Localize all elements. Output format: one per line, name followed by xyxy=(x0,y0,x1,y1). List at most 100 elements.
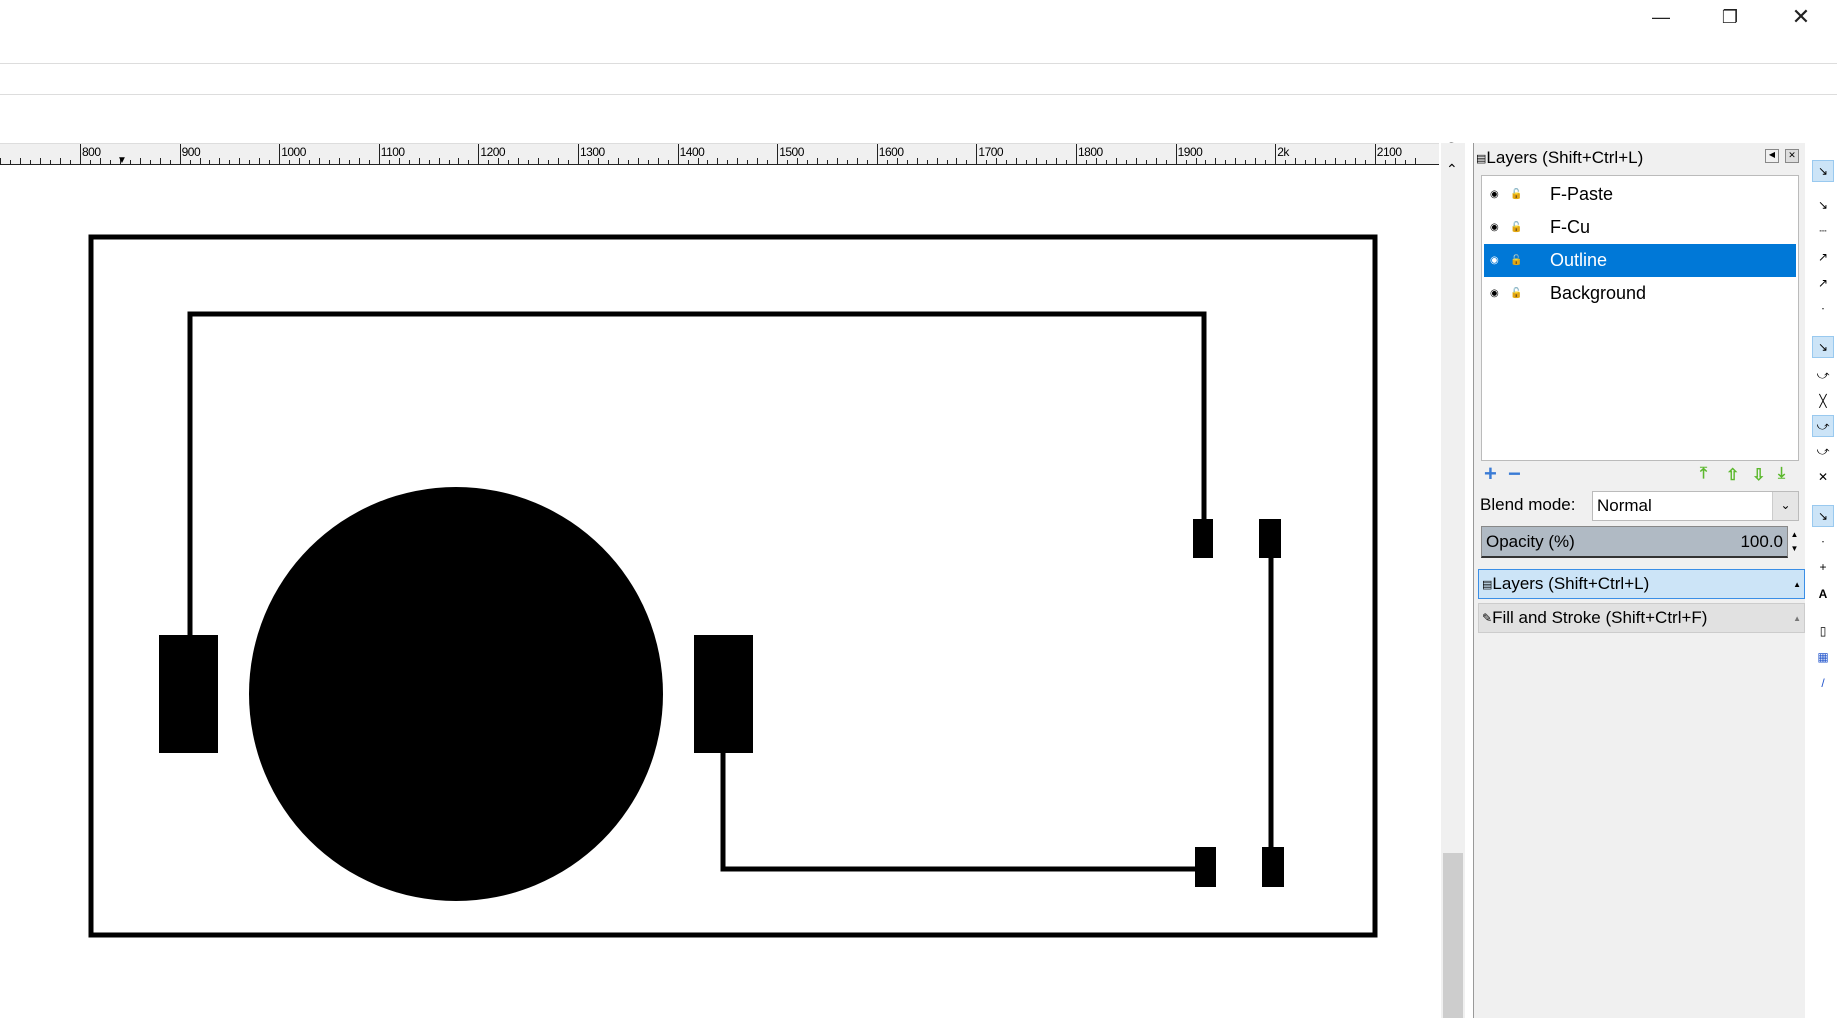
lock-icon[interactable]: 🔓 xyxy=(1510,288,1522,299)
ruler-tick xyxy=(50,160,52,164)
ruler-tick xyxy=(647,160,649,164)
blend-mode-label: Blend mode: xyxy=(1480,495,1576,514)
eye-icon[interactable]: ◉ xyxy=(1490,255,1502,266)
snap-grid-icon[interactable]: ▦ xyxy=(1812,646,1834,668)
ruler-tick xyxy=(747,160,749,164)
ruler-tick xyxy=(727,160,729,164)
ruler-tick xyxy=(159,158,161,164)
lower-layer-button[interactable]: ⇩ xyxy=(1752,465,1765,485)
pad-round xyxy=(249,487,663,901)
ruler-tick xyxy=(1135,158,1137,164)
ruler-tick xyxy=(1265,160,1267,164)
snap-others-icon[interactable]: ↘ xyxy=(1812,505,1834,527)
toolbar-divider xyxy=(0,94,1837,95)
close-button[interactable]: ✕ xyxy=(1771,0,1831,34)
snap-intersection-icon[interactable]: ╳ xyxy=(1812,390,1834,412)
opacity-slider[interactable]: Opacity (%) 100.0 xyxy=(1481,526,1788,558)
snap-paths-icon[interactable]: ⤻ xyxy=(1812,364,1834,386)
raise-layer-button[interactable]: ⇧ xyxy=(1726,465,1739,485)
ruler-tick xyxy=(229,160,231,164)
ruler-tick xyxy=(637,158,639,164)
ruler-tick xyxy=(20,158,22,164)
ruler-tick xyxy=(757,158,759,164)
layers-panel: ▤ Layers (Shift+Ctrl+L) ◀ ✕ ◉ 🔓 F-Paste ◉ 🔓 F… xyxy=(1473,143,1805,1018)
raise-to-top-button[interactable]: ⤒ xyxy=(1700,465,1707,483)
ruler-tick xyxy=(946,160,948,164)
layer-name: Outline xyxy=(1550,250,1608,270)
ruler-label: 1700 xyxy=(976,145,1004,163)
ruler-tick xyxy=(10,160,12,164)
scroll-thumb[interactable] xyxy=(1443,853,1463,1018)
restore-button[interactable]: ❐ xyxy=(1700,0,1760,34)
ruler-tick xyxy=(338,158,340,164)
snap-rotation-icon[interactable]: + xyxy=(1812,556,1834,578)
minimize-icon: — xyxy=(1652,6,1670,27)
ruler-tick xyxy=(1125,160,1127,164)
snap-center-icon[interactable]: ∙ xyxy=(1812,530,1834,552)
layer-row[interactable]: ◉ 🔓 Outline xyxy=(1484,244,1796,277)
ruler-tick xyxy=(1255,158,1257,164)
ruler-tick xyxy=(1036,158,1038,164)
eye-icon[interactable]: ◉ xyxy=(1490,222,1502,233)
snap-cusp-icon[interactable]: ⤻ xyxy=(1812,415,1834,437)
ruler-label: 2100 xyxy=(1374,145,1402,163)
horizontal-ruler[interactable]: 800 900 1000 1100 1200 1300 1400 1500 1600 1700 18… xyxy=(0,143,1439,166)
add-layer-button[interactable]: + xyxy=(1484,461,1497,487)
ruler-tick xyxy=(259,158,261,164)
ruler-tick xyxy=(1325,160,1326,164)
snap-text-baseline-icon[interactable]: A xyxy=(1812,583,1834,605)
panel-iconify-button[interactable]: ◀ xyxy=(1765,149,1779,163)
ruler-label: 1500 xyxy=(777,145,804,163)
ruler-tick xyxy=(249,160,251,164)
tab-fill-and-stroke[interactable]: ✎ Fill and Stroke (Shift+Ctrl+F) ▲ xyxy=(1478,603,1805,633)
snap-bbox-icon[interactable]: ↘ xyxy=(1812,194,1834,216)
eye-icon[interactable]: ◉ xyxy=(1490,189,1502,200)
minimize-button[interactable]: — xyxy=(1631,0,1691,34)
snap-bbox-midpoint-icon[interactable]: ↗ xyxy=(1812,272,1834,294)
ruler-label: 1200 xyxy=(478,145,506,163)
snap-guide-icon[interactable]: / xyxy=(1812,672,1834,694)
ruler-label: 2k xyxy=(1275,145,1289,163)
ruler-tick xyxy=(1006,160,1008,164)
snap-smooth-icon[interactable]: ⤻ xyxy=(1812,440,1834,462)
snap-nodes-icon[interactable]: ↘ xyxy=(1812,336,1834,358)
snap-bbox-center-icon[interactable]: ∙ xyxy=(1812,297,1834,319)
pad-small xyxy=(1195,847,1216,887)
ruler-tick xyxy=(767,160,769,164)
restore-icon: ❐ xyxy=(1721,6,1739,27)
ruler-label: 1900 xyxy=(1175,145,1203,163)
scroll-up-icon[interactable]: ⌃ xyxy=(1446,161,1458,178)
lock-icon[interactable]: 🔓 xyxy=(1510,222,1522,233)
ruler-tick xyxy=(1334,158,1336,164)
snap-midpoint-icon[interactable]: ✕ xyxy=(1812,466,1834,488)
snap-bbox-edge-icon[interactable]: ┈ xyxy=(1812,220,1834,242)
layer-row[interactable]: ◉ 🔓 F-Paste xyxy=(1484,178,1796,211)
opacity-spinner[interactable]: ▲ ▼ xyxy=(1789,528,1800,558)
ruler-tick xyxy=(906,160,908,164)
snap-bbox-corner-icon[interactable]: ↗ xyxy=(1812,246,1834,268)
snap-page-icon[interactable]: ▯ xyxy=(1812,620,1834,642)
pad-left xyxy=(159,635,218,753)
ruler-tick xyxy=(418,158,420,164)
snap-toggle-icon[interactable]: ↘ xyxy=(1812,160,1834,182)
ruler-tick xyxy=(139,158,141,164)
ruler-tick xyxy=(40,158,42,164)
ruler-tick xyxy=(319,158,321,164)
tab-layers[interactable]: ▤ Layers (Shift+Ctrl+L) ▲ xyxy=(1478,569,1805,599)
ruler-tick xyxy=(627,160,629,164)
panel-close-button[interactable]: ✕ xyxy=(1785,149,1799,163)
lower-to-bottom-button[interactable]: ⤓ xyxy=(1778,465,1785,483)
blend-mode-select[interactable]: Normal ⌄ xyxy=(1592,491,1799,521)
layer-row[interactable]: ◉ 🔓 F-Cu xyxy=(1484,211,1796,244)
canvas[interactable] xyxy=(0,166,1439,1018)
panel-title-text: Layers (Shift+Ctrl+L) xyxy=(1486,148,1644,167)
ruler-tick xyxy=(558,158,560,164)
lock-icon[interactable]: 🔓 xyxy=(1510,189,1522,200)
layer-row[interactable]: ◉ 🔓 Background xyxy=(1484,277,1796,310)
ruler-tick xyxy=(60,158,62,164)
eye-icon[interactable]: ◉ xyxy=(1490,288,1502,299)
lock-icon[interactable]: 🔓 xyxy=(1510,255,1522,266)
remove-layer-button[interactable]: − xyxy=(1508,461,1521,487)
tab-layers-label: Layers (Shift+Ctrl+L) xyxy=(1492,574,1650,593)
vertical-scrollbar[interactable]: ⌃ xyxy=(1441,143,1465,1018)
